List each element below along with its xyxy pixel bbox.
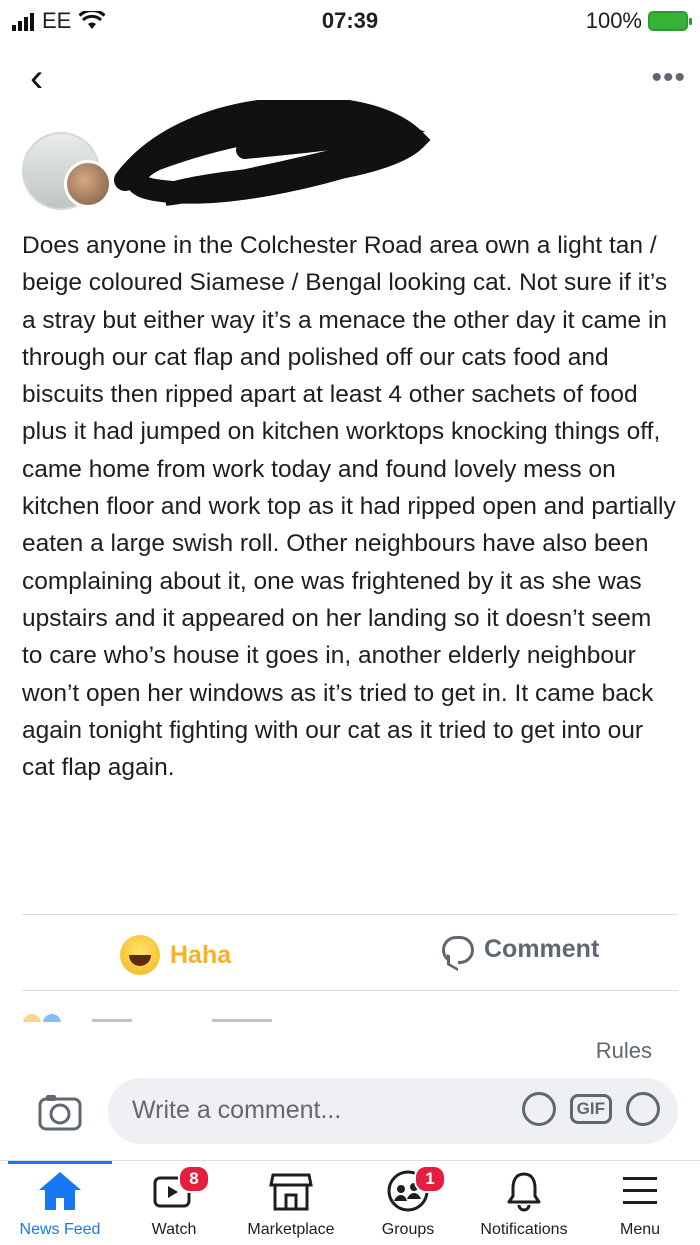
status-bar: EE 07:39 100% [0,0,700,42]
tab-news-feed[interactable]: News Feed [0,1169,120,1239]
divider-top [22,914,678,915]
marketplace-icon [269,1173,313,1211]
active-tab-indicator [8,1161,112,1164]
tab-label: Notifications [480,1221,568,1238]
post-header [0,100,700,220]
comment-icon [442,935,474,964]
faded-reactions-strip [22,1010,678,1022]
nav-row: ‹ ••• [0,55,700,105]
tab-label: Watch [151,1221,197,1238]
gif-icon[interactable]: GIF [569,1094,612,1124]
tab-notifications[interactable]: Notifications [464,1169,584,1239]
battery-percent: 100% [585,8,642,33]
post-actions: Haha Comment [0,925,700,983]
comment-input-icons: GIF [521,1092,660,1126]
avatar[interactable] [22,132,112,210]
menu-icon [623,1177,657,1204]
tab-groups[interactable]: 1 Groups [348,1165,468,1239]
battery-icon [648,11,692,31]
tab-marketplace[interactable]: Marketplace [231,1169,351,1239]
comment-input[interactable]: Write a comment... GIF [108,1078,678,1144]
emoji-icon[interactable] [626,1092,660,1126]
groups-badge: 1 [414,1165,446,1193]
comment-button[interactable]: Comment [442,935,599,964]
comment-bar: Write a comment... GIF [0,1076,700,1146]
tab-label: Menu [619,1221,661,1238]
redaction-scribble [114,100,431,206]
status-right: 100% [585,8,692,34]
watch-badge: 8 [178,1165,210,1193]
back-icon[interactable]: ‹ [30,55,43,101]
comment-label: Comment [484,935,600,963]
bottom-tab-bar: News Feed 8 Watch Marketplace 1 Groups N… [0,1160,700,1245]
tab-watch[interactable]: 8 Watch [114,1165,234,1239]
tab-menu[interactable]: Menu [580,1169,700,1239]
tab-label: News Feed [19,1221,101,1238]
bell-icon [507,1172,541,1212]
haha-button[interactable]: Haha [120,935,231,975]
camera-icon[interactable] [38,1093,82,1131]
tab-label: Groups [381,1221,435,1238]
more-options-icon[interactable]: ••• [651,61,686,95]
rules-link[interactable]: Rules [596,1038,652,1064]
home-icon [39,1172,81,1210]
haha-label: Haha [170,940,232,969]
post-text: Does anyone in the Colchester Road area … [22,232,676,782]
divider-bottom [22,990,678,991]
haha-icon [120,935,160,975]
sticker-icon[interactable] [521,1092,556,1126]
tab-label: Marketplace [247,1221,335,1238]
comment-placeholder: Write a comment... [132,1096,342,1124]
